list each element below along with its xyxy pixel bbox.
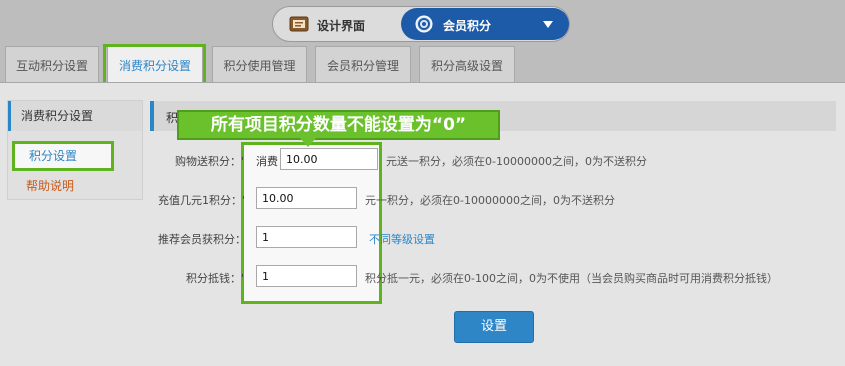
design-view-button[interactable]: 设计界面 xyxy=(275,9,401,39)
tab-advanced-points[interactable]: 积分高级设置 xyxy=(419,46,515,82)
sidebar-item-help[interactable]: 帮助说明 xyxy=(26,177,74,194)
member-points-label: 会员积分 xyxy=(443,19,492,33)
points-deduction-hint: 积分抵一元，必须在0-100之间，0为不使用（当会员购买商品时可用消费积分抵钱） xyxy=(365,272,778,285)
shopping-points-hint: 元送一积分，必须在0-10000000之间，0为不送积分 xyxy=(386,155,647,168)
warning-callout: 所有项目积分数量不能设置为“0” xyxy=(177,110,500,140)
tab-consumption-points[interactable]: 消费积分设置 xyxy=(107,46,203,82)
tab-points-usage[interactable]: 积分使用管理 xyxy=(212,46,307,82)
board-icon xyxy=(289,14,309,34)
sidebar-item-points-settings[interactable]: 积分设置 xyxy=(12,141,114,171)
tab-interactive-points[interactable]: 互动积分设置 xyxy=(5,46,99,82)
chevron-down-icon xyxy=(543,21,553,28)
design-view-label: 设计界面 xyxy=(317,19,366,33)
save-settings-button[interactable]: 设置 xyxy=(454,311,534,343)
points-deduction-label: 积分抵钱：' xyxy=(186,272,245,285)
mode-switcher: 设计界面 会员积分 xyxy=(272,6,570,42)
recharge-points-input[interactable] xyxy=(256,187,357,209)
recharge-points-hint: 元一积分，必须在0-10000000之间，0为不送积分 xyxy=(365,194,615,207)
tab-member-points[interactable]: 会员积分管理 xyxy=(315,46,411,82)
callout-pointer xyxy=(300,138,316,147)
shopping-points-label: 购物送积分：' xyxy=(175,155,245,168)
sidebar-title: 消费积分设置 xyxy=(8,101,142,131)
referral-points-label: 推荐会员获积分： xyxy=(158,233,246,246)
sidebar: 消费积分设置 积分设置 帮助说明 xyxy=(7,100,143,200)
member-points-dropdown[interactable]: 会员积分 xyxy=(401,8,569,40)
referral-points-input[interactable] xyxy=(256,226,357,248)
app-window: 设计界面 会员积分 互动积分设置 消费积分设置 积分使用管理 会员积分管理 积分… xyxy=(0,0,845,366)
spend-prefix: 消费 xyxy=(256,155,278,168)
shopping-points-input[interactable] xyxy=(280,148,378,170)
recharge-points-label: 充值几元1积分：' xyxy=(158,194,246,207)
tab-bar: 互动积分设置 消费积分设置 积分使用管理 会员积分管理 积分高级设置 xyxy=(0,46,845,82)
points-deduction-input[interactable] xyxy=(256,265,357,287)
gear-icon xyxy=(415,15,433,33)
level-settings-link[interactable]: 不同等级设置 xyxy=(369,231,435,247)
